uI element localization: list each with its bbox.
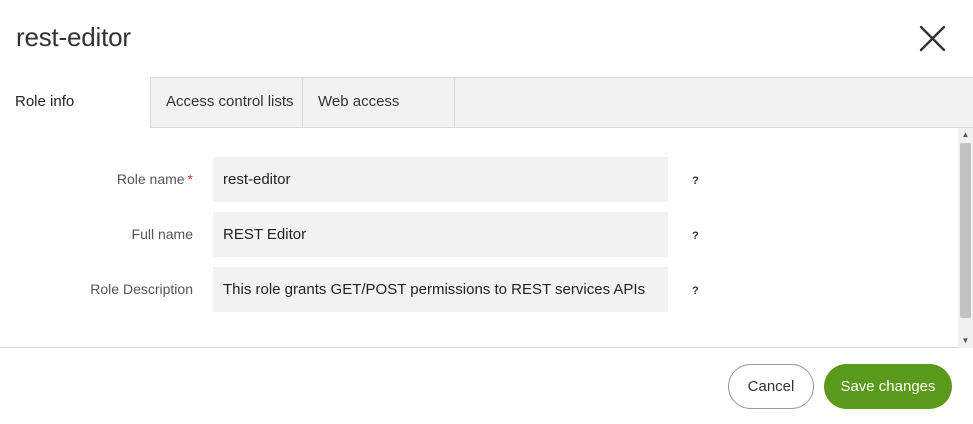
save-changes-button[interactable]: Save changes [824, 364, 952, 409]
triangle-down-icon[interactable]: ▼ [958, 334, 973, 348]
cancel-button[interactable]: Cancel [728, 364, 814, 409]
tab-bar: Role info Access control lists Web acces… [0, 77, 973, 129]
triangle-up-icon[interactable]: ▲ [958, 128, 973, 142]
form-row-full-name: Full name ? [0, 212, 958, 258]
form-row-role-name: Role name* ? [0, 157, 958, 203]
tab-access-control-lists[interactable]: Access control lists [151, 77, 303, 128]
role-name-help-icon[interactable]: ? [692, 175, 699, 187]
required-marker: * [187, 171, 193, 187]
role-description-label: Role Description [90, 281, 193, 297]
role-description-input[interactable] [213, 267, 668, 312]
role-name-label: Role name * [116, 171, 193, 187]
vertical-scrollbar[interactable]: ▲ ▼ [958, 128, 973, 348]
scrollbar-thumb[interactable] [960, 143, 971, 318]
full-name-help-icon[interactable]: ? [692, 230, 699, 242]
tab-role-info[interactable]: Role info [0, 77, 151, 129]
close-icon [919, 25, 946, 52]
dialog-title: rest-editor [16, 22, 131, 52]
dialog-footer: Cancel Save changes [0, 349, 973, 424]
role-name-input[interactable] [213, 157, 668, 202]
form-area: Role name* ? Full name ? Role Descriptio… [0, 128, 958, 348]
form-row-role-description: Role Description ? [0, 267, 958, 313]
full-name-input[interactable] [213, 212, 668, 257]
close-button[interactable] [914, 20, 952, 58]
dialog-header: rest-editor [0, 0, 973, 78]
full-name-label: Full name [131, 226, 193, 242]
tab-web-access[interactable]: Web access [303, 77, 455, 128]
role-description-help-icon[interactable]: ? [692, 285, 699, 297]
